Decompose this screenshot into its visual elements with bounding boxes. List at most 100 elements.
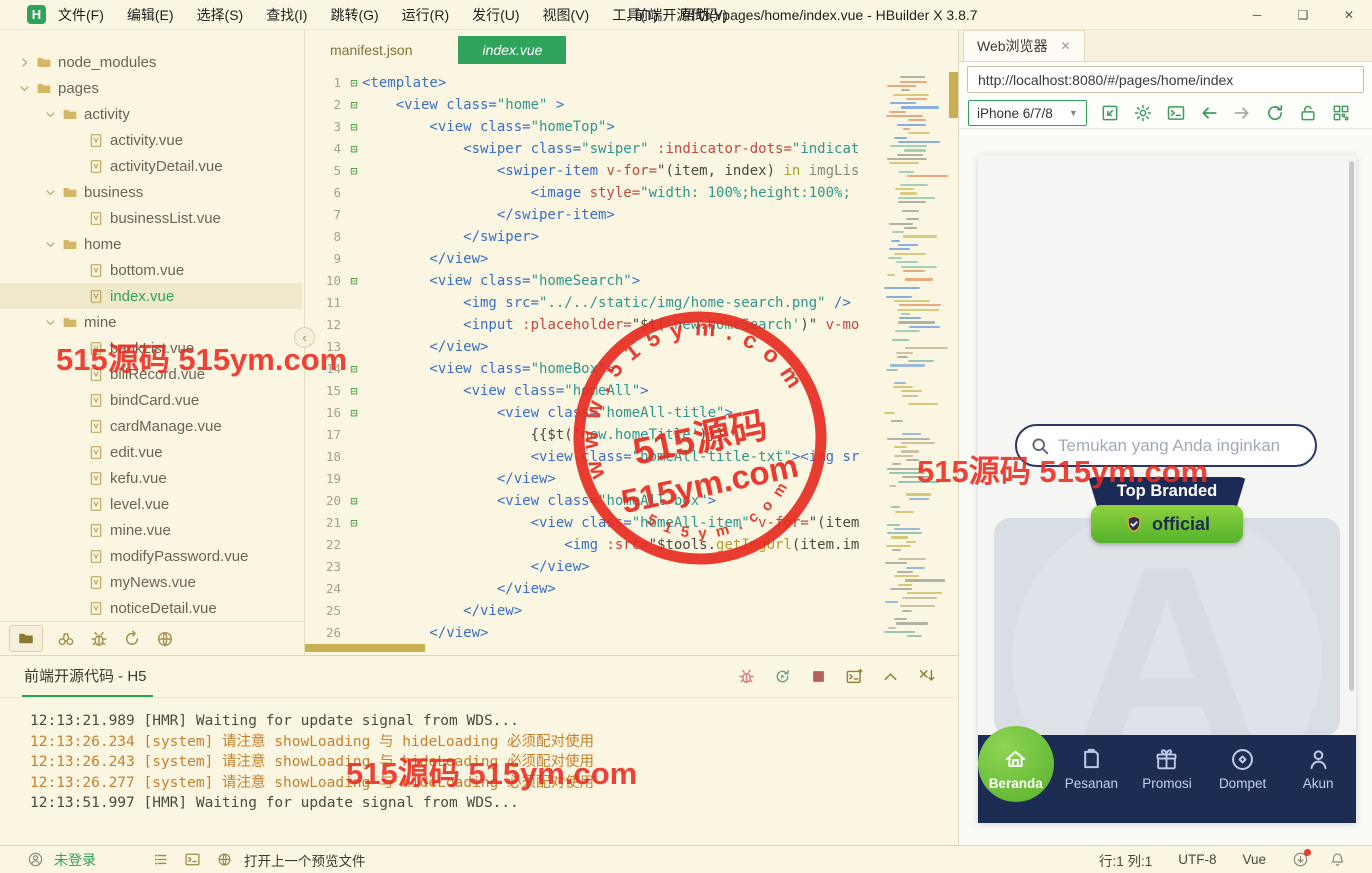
preview-scrollbar[interactable] [1349,161,1354,691]
nav-item-Dompet[interactable]: Dompet [1205,735,1281,823]
terminal-plus-icon[interactable] [845,667,864,686]
minimap[interactable] [880,72,948,645]
editor-horizontal-scrollbar[interactable] [305,644,425,652]
device-selector[interactable]: iPhone 6/7/8 ▼ [968,100,1087,126]
tree-item-mine[interactable]: mine [0,309,302,335]
menu-item[interactable]: 编辑(E) [127,5,174,25]
tree-item-pages[interactable]: pages [0,75,302,101]
console-tab[interactable]: 前端开源代码 - H5 [22,656,153,697]
app-search-bar[interactable]: Temukan yang Anda inginkan [1015,424,1317,467]
bug-icon[interactable] [737,667,756,686]
close-button[interactable]: ✕ [1326,0,1372,30]
editor-vertical-scrollbar[interactable] [949,72,958,118]
official-label: official [1152,514,1210,535]
sidebar-collapse-handle[interactable]: ‹ [294,327,315,348]
restart-icon[interactable] [773,667,792,686]
menu-item[interactable]: 跳转(G) [330,5,378,25]
nav-item-Promosi[interactable]: Promosi [1129,735,1205,823]
globe-tool-icon[interactable] [155,629,175,649]
fold-marker[interactable]: ⊟ [346,138,362,160]
encoding[interactable]: UTF-8 [1178,852,1216,867]
qrcode-icon[interactable] [1331,103,1351,123]
fold-marker[interactable]: ⊟ [346,72,362,94]
terminal-icon[interactable] [1166,103,1186,123]
tree-item-bottom.vue[interactable]: bottom.vue [0,257,302,283]
fold-marker[interactable]: ⊟ [346,380,362,402]
editor-tab-manifest.json[interactable]: manifest.json [330,42,412,58]
tree-item-billRecord.vue[interactable]: billRecord.vue [0,361,302,387]
tree-item-activity.vue[interactable]: activity.vue [0,127,302,153]
url-input[interactable] [967,66,1364,93]
bell-icon[interactable] [1329,851,1346,868]
menu-item[interactable]: 发行(U) [472,5,519,25]
chevron-up-icon[interactable] [881,667,900,686]
minimize-button[interactable]: ─ [1234,0,1280,30]
menu-item[interactable]: 选择(S) [197,5,244,25]
tree-item-bindCard.vue[interactable]: bindCard.vue [0,387,302,413]
open-last-preview[interactable]: 打开上一个预览文件 [244,850,366,870]
nav-item-Pesanan[interactable]: Pesanan [1054,735,1130,823]
tree-item-bankList.vue[interactable]: bankList.vue [0,335,302,361]
browser-tab-close-icon[interactable]: ✕ [1061,39,1071,53]
x-down-icon[interactable] [917,667,936,686]
editor-tab-index.vue[interactable]: index.vue [458,36,566,64]
browser-tab[interactable]: Web浏览器 ✕ [963,30,1085,61]
console-output[interactable]: 12:13:21.989 [HMR] Waiting for update si… [0,698,958,845]
tree-item-mine.vue[interactable]: mine.vue [0,517,302,543]
tree-item-index.vue[interactable]: index.vue [0,283,302,309]
update-icon[interactable] [1292,851,1309,868]
open-external-icon[interactable] [1100,103,1120,123]
cursor-position[interactable]: 行:1 列:1 [1099,850,1152,870]
tree-item-home[interactable]: home [0,231,302,257]
tree-item-level.vue[interactable]: level.vue [0,491,302,517]
nav-item-Akun[interactable]: Akun [1280,735,1356,823]
nav-item-Beranda[interactable]: Beranda [978,735,1054,823]
maximize-button[interactable]: ❑ [1280,0,1326,30]
fold-marker[interactable]: ⊟ [346,160,362,182]
menu-item[interactable]: 运行(R) [402,5,449,25]
tree-item-edit.vue[interactable]: edit.vue [0,439,302,465]
terminal-icon[interactable] [184,851,201,868]
back-icon[interactable] [1199,103,1219,123]
globe-icon[interactable] [216,851,233,868]
tree-item-activity[interactable]: activity [0,101,302,127]
language-mode[interactable]: Vue [1242,852,1266,867]
account-icon[interactable] [27,851,44,868]
official-pill[interactable]: official [1091,505,1243,543]
tree-item-cardManage.vue[interactable]: cardManage.vue [0,413,302,439]
tree-item-activityDetail.vue[interactable]: activityDetail.vue [0,153,302,179]
binoculars-tool-icon[interactable] [56,629,76,649]
code-area[interactable]: 1⊟<template>2⊟ <view class="home" >3⊟ <v… [305,72,880,641]
login-status[interactable]: 未登录 [54,850,96,870]
tree-item-noticeDetail.vue[interactable]: noticeDetail.vue [0,595,302,621]
sync-tool-icon[interactable] [122,629,142,649]
tree-item-business[interactable]: business [0,179,302,205]
menu-item[interactable]: 查找(I) [266,5,307,25]
forward-icon[interactable] [1232,103,1252,123]
fold-marker[interactable]: ⊟ [346,402,362,424]
fold-marker[interactable]: ⊟ [346,490,362,512]
unlock-icon[interactable] [1298,103,1318,123]
tree-item-modifyPassword.vue[interactable]: modifyPassword.vue [0,543,302,569]
settings-icon[interactable] [1133,103,1153,123]
tree-item-businessList.vue[interactable]: businessList.vue [0,205,302,231]
fold-marker[interactable]: ⊟ [346,512,362,534]
banner-card[interactable]: A [994,518,1340,736]
folder-tool-icon[interactable] [9,625,43,652]
tree-item-node_modules[interactable]: node_modules [0,49,302,75]
fold-marker[interactable]: ⊟ [346,116,362,138]
fold-marker[interactable]: ⊟ [346,270,362,292]
menu-item[interactable]: 文件(F) [58,5,104,25]
bug-tool-icon[interactable] [89,629,109,649]
fold-marker[interactable]: ⊟ [346,358,362,380]
fold-marker[interactable]: ⊟ [346,94,362,116]
refresh-icon[interactable] [1265,103,1285,123]
line-number: 8 [305,226,346,248]
menu-item[interactable]: 视图(V) [543,5,590,25]
tree-item-myNews.vue[interactable]: myNews.vue [0,569,302,595]
menu-item[interactable]: 帮助(Y) [681,5,728,25]
tree-item-kefu.vue[interactable]: kefu.vue [0,465,302,491]
list-icon[interactable] [152,851,169,868]
stop-icon[interactable] [809,667,828,686]
menu-item[interactable]: 工具(T) [612,5,658,25]
